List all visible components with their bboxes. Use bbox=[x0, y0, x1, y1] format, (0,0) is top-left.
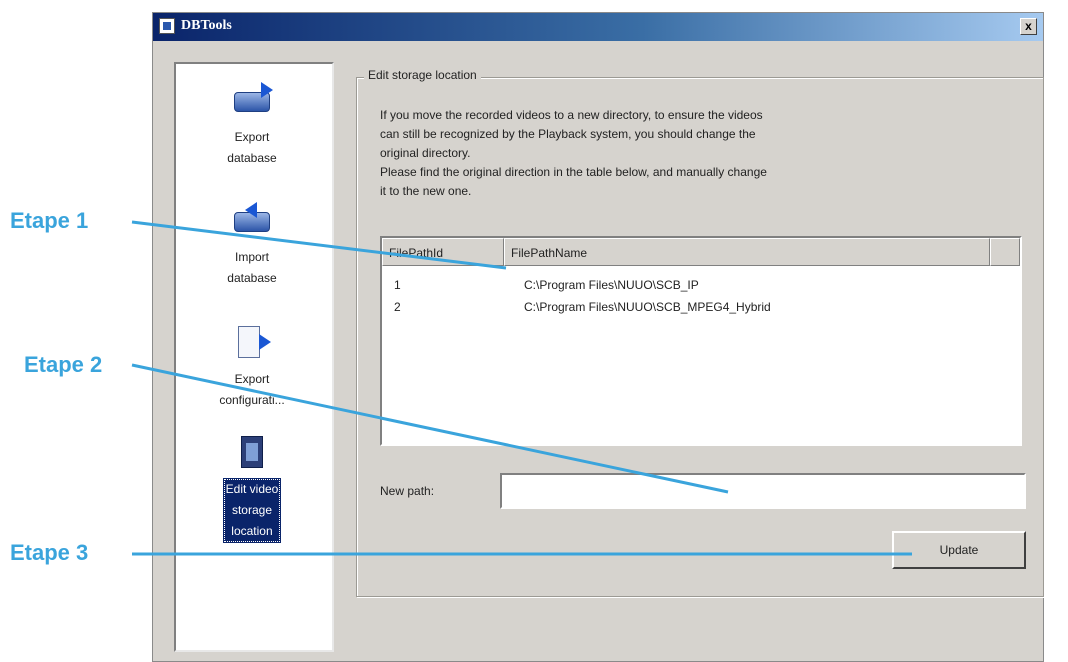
description-line: Please find the original direction in th… bbox=[380, 165, 767, 179]
sidebar-item-label: Export configurati... bbox=[219, 372, 285, 407]
description-text: If you move the recorded videos to a new… bbox=[380, 106, 1020, 201]
sidebar-item-label: Export database bbox=[227, 130, 277, 165]
sidebar-item-export-configuration[interactable]: Export configurati... bbox=[182, 322, 322, 432]
new-path-input[interactable] bbox=[500, 473, 1026, 509]
import-database-icon bbox=[229, 200, 275, 240]
sidebar-item-export-database[interactable]: Export database bbox=[182, 80, 322, 190]
sidebar-item-import-database[interactable]: Import database bbox=[182, 200, 322, 310]
file-path-table[interactable]: FilePathId FilePathName 1 C:\Program Fil… bbox=[380, 236, 1022, 446]
window-title: DBTools bbox=[181, 18, 232, 33]
group-title: Edit storage location bbox=[364, 68, 481, 82]
table-row[interactable]: 2 C:\Program Files\NUUO\SCB_MPEG4_Hybrid bbox=[382, 300, 1020, 318]
description-line: can still be recognized by the Playback … bbox=[380, 127, 756, 141]
export-database-icon bbox=[229, 80, 275, 120]
description-line: it to the new one. bbox=[380, 184, 472, 198]
description-line: original directory. bbox=[380, 146, 471, 160]
export-configuration-icon bbox=[229, 322, 275, 362]
update-button[interactable]: Update bbox=[892, 531, 1026, 569]
row-path: C:\Program Files\NUUO\SCB_IP bbox=[524, 278, 699, 292]
row-path: C:\Program Files\NUUO\SCB_MPEG4_Hybrid bbox=[524, 300, 771, 314]
sidebar-item-label: Edit video storage location bbox=[222, 478, 282, 543]
close-button[interactable]: x bbox=[1020, 18, 1037, 35]
app-icon bbox=[159, 18, 175, 34]
new-path-label: New path: bbox=[380, 484, 435, 498]
sidebar-item-label: Import database bbox=[227, 250, 277, 285]
sidebar-item-edit-video-storage[interactable]: Edit video storage location bbox=[182, 432, 322, 543]
column-header-filepathname[interactable]: FilePathName bbox=[504, 238, 990, 266]
callout-step3: Etape 3 bbox=[10, 540, 89, 565]
column-header-filepathid[interactable]: FilePathId bbox=[382, 238, 504, 266]
video-storage-icon bbox=[229, 432, 275, 472]
table-header: FilePathId FilePathName bbox=[382, 238, 1020, 266]
title-bar[interactable]: DBTools x bbox=[153, 13, 1043, 41]
table-row[interactable]: 1 C:\Program Files\NUUO\SCB_IP bbox=[382, 278, 1020, 296]
description-line: If you move the recorded videos to a new… bbox=[380, 108, 763, 122]
row-id: 1 bbox=[394, 278, 401, 292]
callout-step2: Etape 2 bbox=[24, 352, 103, 377]
sidebar: Export database Import database Export c… bbox=[174, 62, 334, 652]
column-header-filler bbox=[990, 238, 1020, 266]
row-id: 2 bbox=[394, 300, 401, 314]
callout-step1: Etape 1 bbox=[10, 208, 89, 233]
